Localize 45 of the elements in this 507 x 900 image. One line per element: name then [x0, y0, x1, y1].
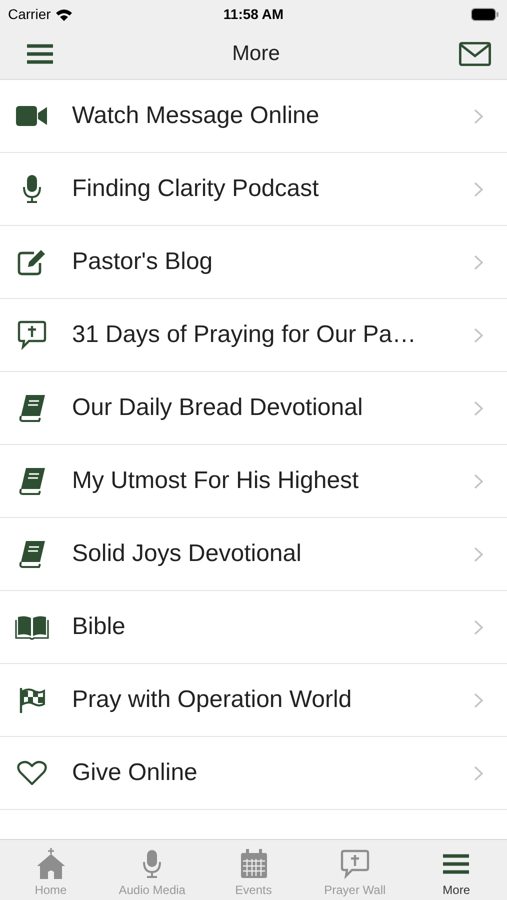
battery-icon	[471, 8, 499, 20]
menu-item-label: Finding Clarity Podcast	[72, 175, 320, 203]
church-icon	[34, 848, 67, 880]
menu-button[interactable]	[27, 42, 53, 64]
video-camera-icon	[16, 105, 48, 127]
menu-item-label: Bible	[72, 613, 126, 641]
flag-icon	[18, 686, 46, 714]
chevron-icon	[474, 474, 483, 488]
chevron-icon	[474, 254, 483, 270]
menu-item-label: 31 Days of Praying for Our Pa…	[72, 321, 418, 349]
chevron-icon	[474, 328, 483, 342]
book-icon	[18, 540, 46, 568]
menu-item-label: Our Daily Bread Devotional	[72, 394, 364, 422]
wifi-icon	[54, 8, 73, 20]
chevron-icon	[474, 108, 483, 124]
tab-item[interactable]: More	[406, 840, 507, 900]
microphone-icon	[23, 174, 41, 204]
chevron-icon	[474, 692, 483, 708]
heart-icon	[17, 760, 47, 786]
book-icon	[18, 394, 46, 422]
carrier-label: Carrier	[8, 6, 51, 22]
menu-item-label: Solid Joys Devotional	[72, 540, 302, 568]
microphone-icon	[143, 849, 162, 879]
menu-icon	[443, 853, 470, 875]
menu-icon	[27, 42, 53, 64]
edit-icon	[17, 248, 47, 276]
chevron-icon	[474, 620, 483, 634]
chevron-icon	[474, 400, 483, 416]
menu-item-label: Watch Message Online	[72, 102, 320, 130]
menu-item-label: My Utmost For His Highest	[72, 467, 360, 495]
open-book-icon	[15, 614, 49, 640]
chevron-icon	[474, 182, 483, 196]
cross-speech-bubble-icon	[17, 320, 47, 350]
menu-item-label: Give Online	[72, 759, 198, 787]
book-icon	[18, 467, 46, 495]
time-label: 11:58 AM	[223, 6, 284, 22]
cross-speech-bubble-icon	[340, 849, 370, 879]
menu-item-label: Pastor's Blog	[72, 248, 214, 276]
chevron-icon	[474, 766, 483, 780]
mail-button[interactable]	[458, 42, 491, 66]
calendar-icon	[240, 849, 268, 879]
chevron-icon	[474, 546, 483, 562]
envelope-icon	[458, 42, 491, 66]
screen-title: More	[232, 42, 280, 66]
menu-item-label: Pray with Operation World	[72, 686, 353, 714]
